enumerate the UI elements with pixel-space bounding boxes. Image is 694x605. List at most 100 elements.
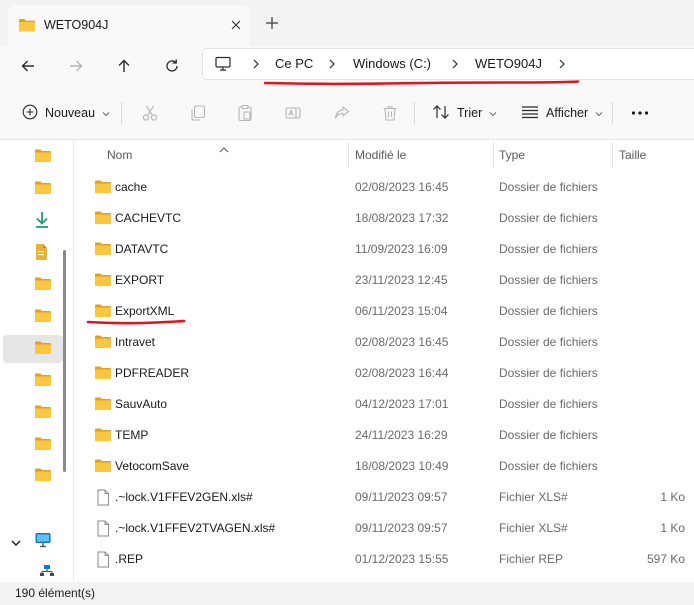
- folder-icon: [18, 17, 36, 36]
- chevron-right-icon[interactable]: [450, 57, 460, 71]
- tab-weto904j[interactable]: WETO904J: [8, 5, 250, 46]
- address-bar[interactable]: Ce PC Windows (C:) WETO904J: [202, 48, 694, 80]
- back-arrow-icon[interactable]: [14, 52, 42, 80]
- column-header-size[interactable]: Taille: [619, 140, 689, 170]
- sidebar-item[interactable]: [3, 271, 63, 299]
- toolbar-divider: [121, 102, 122, 124]
- file-modified: 18/08/2023 17:32: [355, 211, 449, 225]
- file-name: .~lock.V1FFEV2TVAGEN.xls#: [115, 521, 276, 535]
- file-list: Nom Modifié le Type Taille cache 02/08/20…: [74, 140, 694, 582]
- file-type: Dossier de fichiers: [499, 459, 598, 473]
- file-row[interactable]: .~lock.V1FFEV2GEN.xls# 09/11/2023 09:57 Fi…: [74, 481, 694, 512]
- chevron-right-icon[interactable]: [327, 57, 337, 71]
- folder-row[interactable]: VetocomSave 18/08/2023 10:49 Dossier de fi…: [74, 450, 694, 481]
- folder-row[interactable]: PDFREADER 02/08/2023 16:44 Dossier de fich…: [74, 357, 694, 388]
- breadcrumb-windows-c[interactable]: Windows (C:): [353, 56, 431, 71]
- breadcrumb-ce-pc[interactable]: Ce PC: [275, 56, 313, 71]
- chevron-right-icon[interactable]: [557, 57, 567, 71]
- column-separator[interactable]: [612, 142, 613, 168]
- sidebar-item[interactable]: [3, 367, 63, 395]
- paste-icon[interactable]: [236, 100, 254, 126]
- more-icon[interactable]: [631, 100, 649, 126]
- folder-row[interactable]: CACHEVTC 18/08/2023 17:32 Dossier de fichi…: [74, 202, 694, 233]
- sidebar-item-documents[interactable]: [3, 239, 63, 267]
- column-separator[interactable]: [493, 142, 494, 168]
- sidebar-item[interactable]: [3, 303, 63, 331]
- sidebar-item[interactable]: [3, 175, 63, 203]
- sidebar-item[interactable]: [3, 399, 63, 427]
- folder-icon: [34, 372, 52, 390]
- column-separator[interactable]: [348, 142, 349, 168]
- column-modified-label: Modifié le: [355, 148, 407, 162]
- folder-icon: [94, 179, 112, 197]
- plus-icon[interactable]: [262, 13, 282, 33]
- share-icon[interactable]: [333, 100, 351, 126]
- folder-icon: [94, 272, 112, 290]
- file-modified: 11/09/2023 16:09: [355, 242, 448, 256]
- file-type: Fichier XLS#: [499, 521, 568, 535]
- folder-row[interactable]: DATAVTC 11/09/2023 16:09 Dossier de fichie…: [74, 233, 694, 264]
- column-name-label: Nom: [107, 148, 133, 162]
- tab-title: WETO904J: [44, 18, 109, 32]
- file-type: Dossier de fichiers: [499, 428, 598, 442]
- sidebar-item[interactable]: [3, 143, 63, 171]
- column-header-type[interactable]: Type: [499, 140, 609, 170]
- refresh-icon[interactable]: [158, 52, 186, 80]
- file-icon: [94, 551, 112, 571]
- file-name: .~lock.V1FFEV2GEN.xls#: [115, 490, 253, 504]
- folder-icon: [34, 276, 52, 294]
- close-icon[interactable]: [226, 15, 246, 35]
- chevron-right-icon[interactable]: [251, 57, 261, 71]
- chevron-down-icon: [102, 106, 110, 120]
- forward-arrow-icon[interactable]: [62, 52, 90, 80]
- delete-icon[interactable]: [381, 100, 399, 126]
- monitor-icon[interactable]: [34, 532, 52, 551]
- folder-row[interactable]: EXPORT 23/11/2023 12:45 Dossier de fichier…: [74, 264, 694, 295]
- file-type: Dossier de fichiers: [499, 304, 598, 318]
- monitor-icon[interactable]: [214, 56, 232, 75]
- view-button[interactable]: Afficher: [521, 100, 603, 126]
- chevron-down-icon[interactable]: [10, 536, 22, 550]
- view-lines-icon: [521, 105, 539, 122]
- folder-row[interactable]: cache 02/08/2023 16:45 Dossier de fichiers: [74, 171, 694, 202]
- rename-icon[interactable]: [284, 100, 302, 126]
- file-type: Dossier de fichiers: [499, 242, 598, 256]
- sidebar-item-downloads[interactable]: [3, 207, 63, 235]
- file-name: PDFREADER: [115, 366, 190, 380]
- folder-row[interactable]: Intravet 02/08/2023 16:45 Dossier de fichi…: [74, 326, 694, 357]
- sidebar-item[interactable]: [3, 431, 63, 459]
- network-icon[interactable]: [40, 564, 54, 579]
- up-arrow-icon[interactable]: [110, 52, 138, 80]
- file-row[interactable]: .~lock.V1FFEV2TVAGEN.xls# 09/11/2023 09:5…: [74, 512, 694, 543]
- file-type: Fichier REP: [499, 552, 564, 566]
- folder-icon: [34, 308, 52, 326]
- copy-icon[interactable]: [189, 100, 207, 126]
- cut-icon[interactable]: [141, 100, 159, 126]
- column-size-label: Taille: [619, 148, 647, 162]
- title-bar: WETO904J: [0, 0, 694, 46]
- file-size: 597 Ko: [646, 552, 685, 566]
- breadcrumb-weto904j[interactable]: WETO904J: [475, 56, 542, 71]
- sidebar-item[interactable]: [3, 462, 63, 490]
- folder-icon: [94, 396, 112, 414]
- file-size: 1 Ko: [660, 521, 685, 535]
- folder-row[interactable]: TEMP 24/11/2023 16:29 Dossier de fichiers: [74, 419, 694, 450]
- file-type: Dossier de fichiers: [499, 273, 598, 287]
- folder-icon: [34, 404, 52, 422]
- sidebar-item-selected[interactable]: [3, 335, 63, 363]
- sort-label: Trier: [457, 106, 483, 120]
- file-type: Dossier de fichiers: [499, 366, 598, 380]
- file-type: Fichier XLS#: [499, 490, 568, 504]
- file-type: Dossier de fichiers: [499, 211, 598, 225]
- status-bar: 190 élément(s): [0, 582, 694, 605]
- folder-row[interactable]: SauvAuto 04/12/2023 17:01 Dossier de fichi…: [74, 388, 694, 419]
- new-button[interactable]: Nouveau: [22, 100, 110, 126]
- sidebar-scrollbar[interactable]: [63, 250, 66, 472]
- folder-icon: [34, 180, 52, 198]
- file-row[interactable]: .REP 01/12/2023 15:55 Fichier REP 597 Ko: [74, 543, 694, 574]
- sort-button[interactable]: Trier: [432, 100, 497, 126]
- folder-icon: [34, 340, 52, 358]
- file-name: .REP: [115, 552, 144, 566]
- chevron-down-icon: [595, 106, 603, 120]
- column-header-modified[interactable]: Modifié le: [355, 140, 490, 170]
